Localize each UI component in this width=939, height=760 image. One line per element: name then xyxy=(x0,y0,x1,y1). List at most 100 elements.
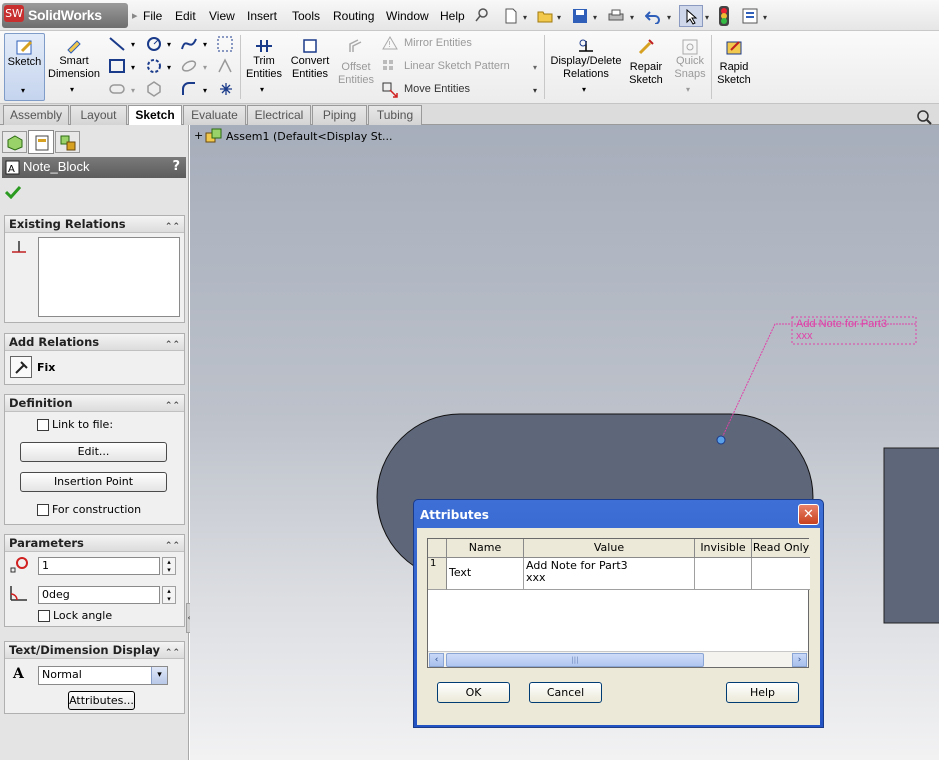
menu-file[interactable]: File xyxy=(143,9,162,23)
cell-value[interactable]: Add Note for Part3 xxx xyxy=(524,558,695,590)
point-tool-icon[interactable] xyxy=(218,81,234,97)
circle-tool-icon[interactable] xyxy=(145,35,163,53)
menu-help[interactable]: Help xyxy=(440,9,465,23)
quick-snaps-dropdown-icon[interactable]: ▾ xyxy=(686,85,690,94)
for-construction-checkbox[interactable] xyxy=(37,504,49,516)
options-icon[interactable] xyxy=(742,8,758,24)
angle-input[interactable]: 0deg xyxy=(38,586,160,604)
sketch-grid-icon[interactable] xyxy=(216,35,234,53)
collapse-icon[interactable]: ⌃⌃ xyxy=(165,645,180,661)
tab-assembly[interactable]: Assembly xyxy=(3,105,69,125)
collapse-icon[interactable]: ⌃⌃ xyxy=(165,538,180,554)
linear-pattern-icon[interactable] xyxy=(382,59,398,73)
smart-dimension-dropdown-icon[interactable]: ▾ xyxy=(70,85,74,94)
chevron-down-icon[interactable]: ▾ xyxy=(151,667,167,684)
open-folder-icon[interactable] xyxy=(537,8,553,24)
fix-relation-button[interactable] xyxy=(10,356,32,378)
cell-name[interactable]: Text xyxy=(447,558,524,590)
help-button[interactable]: Help xyxy=(726,682,799,703)
rapid-sketch-button[interactable]: Rapid Sketch xyxy=(714,33,754,101)
sketch-button[interactable]: Sketch ▾ xyxy=(4,33,45,101)
column-header-read-only[interactable]: Read Only xyxy=(752,539,810,558)
fillet-tool-icon[interactable] xyxy=(180,81,198,97)
linear-sketch-pattern-label[interactable]: Linear Sketch Pattern xyxy=(404,60,510,73)
move-entities-icon[interactable] xyxy=(382,82,398,98)
add-relations-header[interactable]: Add Relations ⌃⌃ xyxy=(5,334,184,351)
menu-window[interactable]: Window xyxy=(386,9,429,23)
tab-tubing[interactable]: Tubing xyxy=(368,105,422,125)
display-delete-relations-button[interactable]: Display/Delete Relations ▾ xyxy=(548,33,624,101)
menu-routing[interactable]: Routing xyxy=(333,9,374,23)
cell-read-only[interactable] xyxy=(752,558,810,590)
collapse-icon[interactable]: ⌃⌃ xyxy=(165,219,180,235)
column-header-name[interactable]: Name xyxy=(447,539,524,558)
menu-tools[interactable]: Tools xyxy=(292,9,320,23)
open-dropdown-icon[interactable]: ▾ xyxy=(557,13,561,22)
scale-input[interactable]: 1 xyxy=(38,557,160,575)
new-document-icon[interactable] xyxy=(503,8,519,24)
mirror-entities-label[interactable]: Mirror Entities xyxy=(404,37,472,50)
spline-tool-icon[interactable] xyxy=(180,35,198,53)
undo-dropdown-icon[interactable]: ▾ xyxy=(667,13,671,22)
scale-spinner[interactable]: ▴ ▾ xyxy=(162,557,176,575)
ellipse-dropdown-icon[interactable]: ▾ xyxy=(203,63,207,72)
collapse-icon[interactable]: ⌃⌃ xyxy=(165,337,180,353)
print-icon[interactable] xyxy=(608,8,624,24)
tab-configuration-manager[interactable] xyxy=(55,131,80,153)
link-to-file-checkbox[interactable] xyxy=(37,419,49,431)
tab-property-manager[interactable] xyxy=(28,130,54,154)
new-dropdown-icon[interactable]: ▾ xyxy=(523,13,527,22)
tab-electrical[interactable]: Electrical xyxy=(247,105,311,125)
quick-snaps-button[interactable]: Quick Snaps ▾ xyxy=(670,33,710,101)
spline-dropdown-icon[interactable]: ▾ xyxy=(203,40,207,49)
existing-relations-header[interactable]: Existing Relations ⌃⌃ xyxy=(5,216,184,233)
print-dropdown-icon[interactable]: ▾ xyxy=(630,13,634,22)
arc-dropdown-icon[interactable]: ▾ xyxy=(167,63,171,72)
definition-header[interactable]: Definition ⌃⌃ xyxy=(5,395,184,412)
mirror-entities-icon[interactable]: ! xyxy=(382,36,398,50)
text-tool-icon[interactable] xyxy=(216,58,234,74)
rectangle-dropdown-icon[interactable]: ▾ xyxy=(131,63,135,72)
fillet-dropdown-icon[interactable]: ▾ xyxy=(203,86,207,95)
save-icon[interactable] xyxy=(572,8,588,24)
insertion-point-button[interactable]: Insertion Point xyxy=(20,472,167,492)
options-dropdown-icon[interactable]: ▾ xyxy=(763,13,767,22)
close-icon[interactable]: ✕ xyxy=(798,504,819,525)
line-tool-icon[interactable] xyxy=(108,36,126,52)
existing-relations-list[interactable] xyxy=(38,237,180,317)
tab-feature-manager[interactable] xyxy=(2,131,27,153)
slot-dropdown-icon[interactable]: ▾ xyxy=(131,86,135,95)
rectangle-tool-icon[interactable] xyxy=(108,58,126,74)
sketch-dropdown-icon[interactable]: ▾ xyxy=(21,86,25,95)
repair-sketch-button[interactable]: Repair Sketch xyxy=(626,33,666,101)
column-header-invisible[interactable]: Invisible xyxy=(695,539,752,558)
help-icon[interactable]: ? xyxy=(172,159,180,174)
attributes-button[interactable]: Attributes... xyxy=(68,691,135,710)
angle-spinner[interactable]: ▴ ▾ xyxy=(162,586,176,604)
collapse-icon[interactable]: ⌃⌃ xyxy=(165,398,180,414)
cell-invisible[interactable] xyxy=(695,558,752,590)
trim-dropdown-icon[interactable]: ▾ xyxy=(260,85,264,94)
menu-edit[interactable]: Edit xyxy=(175,9,196,23)
save-dropdown-icon[interactable]: ▾ xyxy=(593,13,597,22)
circle-dropdown-icon[interactable]: ▾ xyxy=(167,40,171,49)
polygon-tool-icon[interactable] xyxy=(145,80,163,98)
horizontal-scrollbar[interactable]: ‹ ||| › xyxy=(428,651,808,667)
line-dropdown-icon[interactable]: ▾ xyxy=(131,40,135,49)
tab-sketch[interactable]: Sketch xyxy=(128,105,182,126)
scroll-right-icon[interactable]: › xyxy=(792,653,807,667)
move-dropdown-icon[interactable]: ▾ xyxy=(533,86,537,95)
pattern-dropdown-icon[interactable]: ▾ xyxy=(533,63,537,72)
convert-entities-button[interactable]: Convert Entities xyxy=(287,33,333,101)
tab-piping[interactable]: Piping xyxy=(312,105,367,125)
scroll-left-icon[interactable]: ‹ xyxy=(429,653,444,667)
attributes-grid[interactable]: Name Value Invisible Read Only 1 Text Ad… xyxy=(427,538,810,668)
sketch-note[interactable]: Add Note for Part3 xxx xyxy=(796,318,887,342)
lock-angle-checkbox[interactable] xyxy=(38,610,50,622)
font-style-select[interactable]: Normal ▾ xyxy=(38,666,168,685)
row-index[interactable]: 1 xyxy=(428,558,447,590)
ellipse-tool-icon[interactable] xyxy=(180,58,198,74)
tab-layout[interactable]: Layout xyxy=(70,105,127,125)
select-dropdown-icon[interactable]: ▾ xyxy=(705,13,709,22)
pin-icon[interactable] xyxy=(474,7,490,23)
